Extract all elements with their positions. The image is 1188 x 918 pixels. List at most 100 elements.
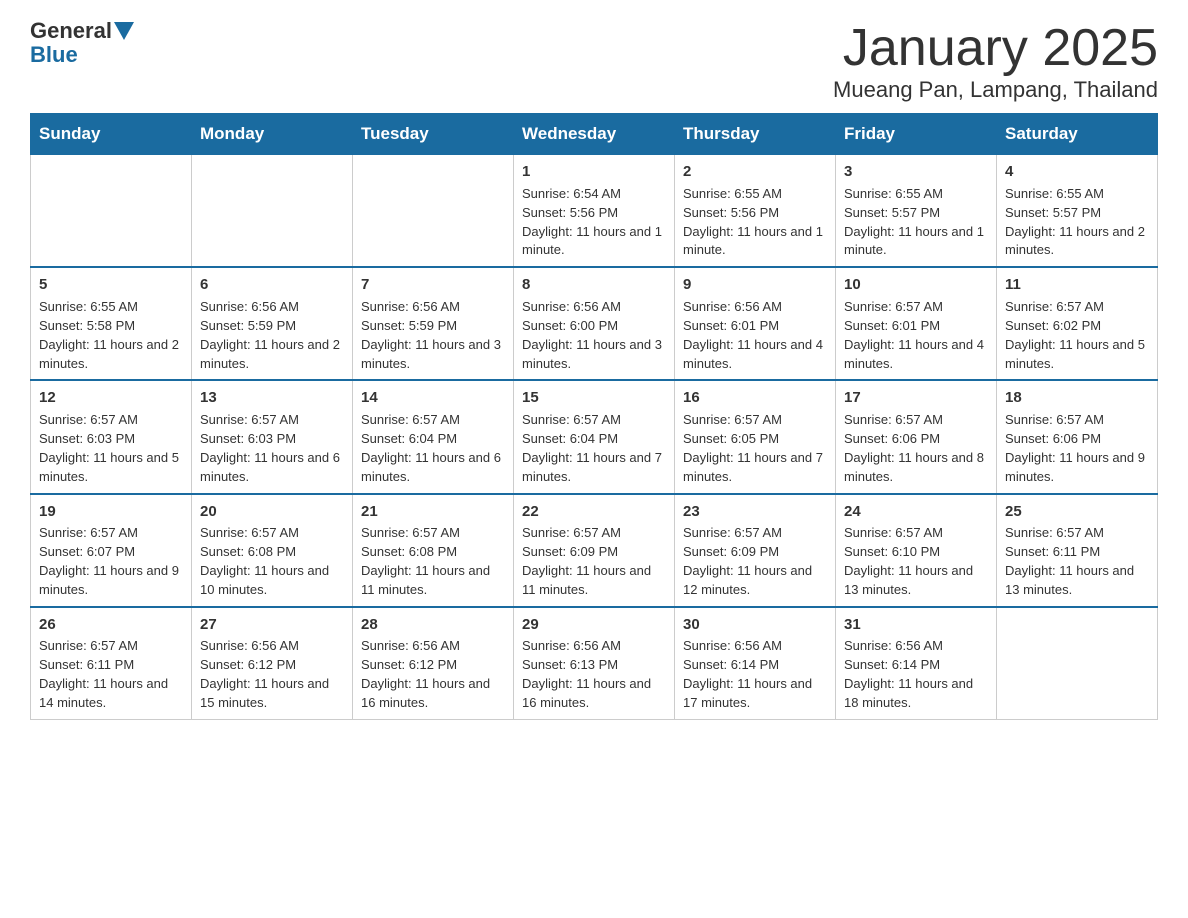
- calendar-cell: 29Sunrise: 6:56 AM Sunset: 6:13 PM Dayli…: [514, 607, 675, 720]
- day-number: 14: [361, 387, 505, 409]
- day-number: 1: [522, 161, 666, 183]
- day-info: Sunrise: 6:56 AM Sunset: 6:12 PM Dayligh…: [361, 637, 505, 712]
- calendar-cell: 14Sunrise: 6:57 AM Sunset: 6:04 PM Dayli…: [353, 380, 514, 493]
- day-number: 11: [1005, 274, 1149, 296]
- day-info: Sunrise: 6:57 AM Sunset: 6:03 PM Dayligh…: [39, 411, 183, 486]
- day-number: 27: [200, 614, 344, 636]
- calendar-cell: 4Sunrise: 6:55 AM Sunset: 5:57 PM Daylig…: [997, 155, 1158, 268]
- day-number: 23: [683, 501, 827, 523]
- week-row-2: 5Sunrise: 6:55 AM Sunset: 5:58 PM Daylig…: [31, 267, 1158, 380]
- day-number: 31: [844, 614, 988, 636]
- calendar-cell: 2Sunrise: 6:55 AM Sunset: 5:56 PM Daylig…: [675, 155, 836, 268]
- calendar-cell: [31, 155, 192, 268]
- weekday-header-thursday: Thursday: [675, 114, 836, 155]
- day-info: Sunrise: 6:56 AM Sunset: 6:14 PM Dayligh…: [683, 637, 827, 712]
- calendar-cell: 21Sunrise: 6:57 AM Sunset: 6:08 PM Dayli…: [353, 494, 514, 607]
- weekday-header-row: SundayMondayTuesdayWednesdayThursdayFrid…: [31, 114, 1158, 155]
- calendar-cell: [353, 155, 514, 268]
- day-info: Sunrise: 6:55 AM Sunset: 5:56 PM Dayligh…: [683, 185, 827, 260]
- logo-general-text: General: [30, 20, 112, 42]
- day-info: Sunrise: 6:56 AM Sunset: 6:13 PM Dayligh…: [522, 637, 666, 712]
- calendar-cell: 25Sunrise: 6:57 AM Sunset: 6:11 PM Dayli…: [997, 494, 1158, 607]
- day-info: Sunrise: 6:54 AM Sunset: 5:56 PM Dayligh…: [522, 185, 666, 260]
- day-info: Sunrise: 6:55 AM Sunset: 5:57 PM Dayligh…: [1005, 185, 1149, 260]
- day-info: Sunrise: 6:56 AM Sunset: 6:12 PM Dayligh…: [200, 637, 344, 712]
- day-number: 28: [361, 614, 505, 636]
- week-row-4: 19Sunrise: 6:57 AM Sunset: 6:07 PM Dayli…: [31, 494, 1158, 607]
- day-info: Sunrise: 6:57 AM Sunset: 6:02 PM Dayligh…: [1005, 298, 1149, 373]
- day-number: 18: [1005, 387, 1149, 409]
- day-info: Sunrise: 6:57 AM Sunset: 6:06 PM Dayligh…: [1005, 411, 1149, 486]
- logo: General Blue: [30, 20, 136, 68]
- day-info: Sunrise: 6:57 AM Sunset: 6:04 PM Dayligh…: [361, 411, 505, 486]
- calendar-cell: 13Sunrise: 6:57 AM Sunset: 6:03 PM Dayli…: [192, 380, 353, 493]
- day-info: Sunrise: 6:57 AM Sunset: 6:11 PM Dayligh…: [39, 637, 183, 712]
- calendar-cell: 16Sunrise: 6:57 AM Sunset: 6:05 PM Dayli…: [675, 380, 836, 493]
- day-info: Sunrise: 6:55 AM Sunset: 5:58 PM Dayligh…: [39, 298, 183, 373]
- day-info: Sunrise: 6:57 AM Sunset: 6:08 PM Dayligh…: [200, 524, 344, 599]
- weekday-header-sunday: Sunday: [31, 114, 192, 155]
- day-info: Sunrise: 6:57 AM Sunset: 6:03 PM Dayligh…: [200, 411, 344, 486]
- day-info: Sunrise: 6:57 AM Sunset: 6:01 PM Dayligh…: [844, 298, 988, 373]
- calendar-cell: 1Sunrise: 6:54 AM Sunset: 5:56 PM Daylig…: [514, 155, 675, 268]
- day-number: 16: [683, 387, 827, 409]
- day-info: Sunrise: 6:57 AM Sunset: 6:07 PM Dayligh…: [39, 524, 183, 599]
- calendar-cell: 31Sunrise: 6:56 AM Sunset: 6:14 PM Dayli…: [836, 607, 997, 720]
- day-info: Sunrise: 6:56 AM Sunset: 5:59 PM Dayligh…: [361, 298, 505, 373]
- calendar-cell: 3Sunrise: 6:55 AM Sunset: 5:57 PM Daylig…: [836, 155, 997, 268]
- calendar-cell: 28Sunrise: 6:56 AM Sunset: 6:12 PM Dayli…: [353, 607, 514, 720]
- day-number: 4: [1005, 161, 1149, 183]
- day-number: 21: [361, 501, 505, 523]
- calendar-cell: 10Sunrise: 6:57 AM Sunset: 6:01 PM Dayli…: [836, 267, 997, 380]
- week-row-1: 1Sunrise: 6:54 AM Sunset: 5:56 PM Daylig…: [31, 155, 1158, 268]
- week-row-3: 12Sunrise: 6:57 AM Sunset: 6:03 PM Dayli…: [31, 380, 1158, 493]
- calendar-cell: 24Sunrise: 6:57 AM Sunset: 6:10 PM Dayli…: [836, 494, 997, 607]
- calendar-cell: 9Sunrise: 6:56 AM Sunset: 6:01 PM Daylig…: [675, 267, 836, 380]
- day-number: 25: [1005, 501, 1149, 523]
- day-info: Sunrise: 6:56 AM Sunset: 5:59 PM Dayligh…: [200, 298, 344, 373]
- title-block: January 2025 Mueang Pan, Lampang, Thaila…: [833, 20, 1158, 103]
- weekday-header-saturday: Saturday: [997, 114, 1158, 155]
- calendar-subtitle: Mueang Pan, Lampang, Thailand: [833, 77, 1158, 103]
- calendar-cell: [997, 607, 1158, 720]
- day-info: Sunrise: 6:57 AM Sunset: 6:10 PM Dayligh…: [844, 524, 988, 599]
- calendar-cell: 26Sunrise: 6:57 AM Sunset: 6:11 PM Dayli…: [31, 607, 192, 720]
- calendar-cell: 20Sunrise: 6:57 AM Sunset: 6:08 PM Dayli…: [192, 494, 353, 607]
- day-info: Sunrise: 6:57 AM Sunset: 6:08 PM Dayligh…: [361, 524, 505, 599]
- calendar-cell: [192, 155, 353, 268]
- weekday-header-friday: Friday: [836, 114, 997, 155]
- day-info: Sunrise: 6:57 AM Sunset: 6:05 PM Dayligh…: [683, 411, 827, 486]
- weekday-header-wednesday: Wednesday: [514, 114, 675, 155]
- day-info: Sunrise: 6:57 AM Sunset: 6:04 PM Dayligh…: [522, 411, 666, 486]
- day-info: Sunrise: 6:57 AM Sunset: 6:09 PM Dayligh…: [683, 524, 827, 599]
- day-number: 24: [844, 501, 988, 523]
- calendar-cell: 7Sunrise: 6:56 AM Sunset: 5:59 PM Daylig…: [353, 267, 514, 380]
- weekday-header-monday: Monday: [192, 114, 353, 155]
- day-info: Sunrise: 6:57 AM Sunset: 6:11 PM Dayligh…: [1005, 524, 1149, 599]
- calendar-cell: 6Sunrise: 6:56 AM Sunset: 5:59 PM Daylig…: [192, 267, 353, 380]
- day-info: Sunrise: 6:55 AM Sunset: 5:57 PM Dayligh…: [844, 185, 988, 260]
- day-number: 20: [200, 501, 344, 523]
- day-info: Sunrise: 6:56 AM Sunset: 6:00 PM Dayligh…: [522, 298, 666, 373]
- calendar-cell: 15Sunrise: 6:57 AM Sunset: 6:04 PM Dayli…: [514, 380, 675, 493]
- day-info: Sunrise: 6:57 AM Sunset: 6:06 PM Dayligh…: [844, 411, 988, 486]
- calendar-cell: 18Sunrise: 6:57 AM Sunset: 6:06 PM Dayli…: [997, 380, 1158, 493]
- calendar-cell: 30Sunrise: 6:56 AM Sunset: 6:14 PM Dayli…: [675, 607, 836, 720]
- day-number: 5: [39, 274, 183, 296]
- week-row-5: 26Sunrise: 6:57 AM Sunset: 6:11 PM Dayli…: [31, 607, 1158, 720]
- day-number: 2: [683, 161, 827, 183]
- day-number: 15: [522, 387, 666, 409]
- calendar-cell: 17Sunrise: 6:57 AM Sunset: 6:06 PM Dayli…: [836, 380, 997, 493]
- day-number: 3: [844, 161, 988, 183]
- calendar-cell: 19Sunrise: 6:57 AM Sunset: 6:07 PM Dayli…: [31, 494, 192, 607]
- calendar-cell: 5Sunrise: 6:55 AM Sunset: 5:58 PM Daylig…: [31, 267, 192, 380]
- logo-triangle-icon: [114, 22, 134, 40]
- day-number: 9: [683, 274, 827, 296]
- day-number: 26: [39, 614, 183, 636]
- calendar-cell: 27Sunrise: 6:56 AM Sunset: 6:12 PM Dayli…: [192, 607, 353, 720]
- day-number: 10: [844, 274, 988, 296]
- day-number: 17: [844, 387, 988, 409]
- day-number: 30: [683, 614, 827, 636]
- day-number: 29: [522, 614, 666, 636]
- day-number: 6: [200, 274, 344, 296]
